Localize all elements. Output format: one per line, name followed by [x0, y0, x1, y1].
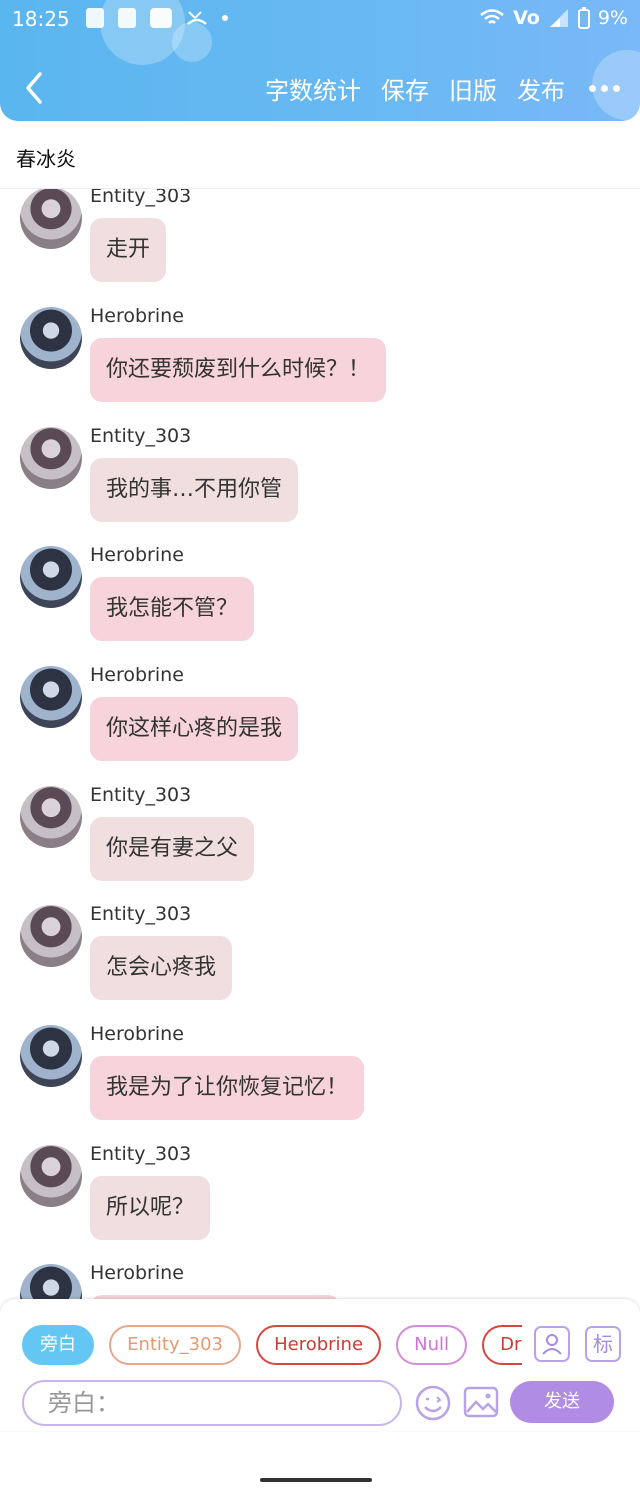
- missed-call-icon: [187, 11, 207, 25]
- chat-message[interactable]: Entity_303 我的事…不用你管: [0, 425, 640, 547]
- battery-level: 9%: [597, 7, 628, 29]
- more-dots-icon[interactable]: [589, 84, 620, 92]
- chat-message[interactable]: Herobrine 你这样心疼的是我: [0, 664, 640, 786]
- message-bubble[interactable]: 怎会心疼我: [90, 936, 233, 1000]
- chat-message[interactable]: Entity_303 所以呢？: [0, 1143, 640, 1265]
- message-input[interactable]: 旁白：: [22, 1380, 402, 1426]
- role-selector: 旁白 Entity_303 Herobrine Null Drea: [22, 1325, 522, 1367]
- chat-message[interactable]: Entity_303 走开: [0, 189, 640, 307]
- chat-message[interactable]: Entity_303 你是有妻之父: [0, 784, 640, 906]
- save-button[interactable]: 保存: [381, 71, 429, 106]
- send-button[interactable]: 发送: [510, 1381, 614, 1423]
- home-indicator[interactable]: [260, 1478, 372, 1482]
- tag-icon: 标: [593, 1332, 613, 1356]
- role-chip-herobrine[interactable]: Herobrine: [256, 1325, 382, 1365]
- sender-name: Herobrine: [90, 1262, 184, 1284]
- status-bar: 18:25 Vo 9%: [0, 0, 640, 40]
- chat-message[interactable]: Herobrine 我是为了让你恢复记忆！: [0, 1023, 640, 1145]
- app-header: 18:25 Vo 9% 字数统计 保存 旧版 发布: [0, 0, 640, 121]
- chat-message[interactable]: Herobrine 我怎能不管？: [0, 544, 640, 666]
- signal-icon: [549, 9, 568, 27]
- avatar[interactable]: [20, 1264, 82, 1299]
- wifi-icon: [480, 9, 504, 24]
- publish-button[interactable]: 发布: [517, 71, 565, 106]
- sender-name: Entity_303: [90, 425, 192, 447]
- more-notifications-icon: [222, 15, 228, 21]
- sender-name: Entity_303: [90, 189, 192, 207]
- system-icons: Vo 9%: [479, 7, 628, 29]
- status-time: 18:25: [12, 7, 70, 31]
- back-button[interactable]: [20, 68, 52, 108]
- role-chip-aside[interactable]: 旁白: [22, 1325, 94, 1365]
- chat-message[interactable]: Herobrine: [0, 1262, 640, 1299]
- chevron-left-icon: [26, 72, 42, 104]
- message-bubble[interactable]: 我的事…不用你管: [90, 458, 299, 522]
- sender-name: Entity_303: [90, 1143, 192, 1165]
- volte-indicator: Vo: [513, 7, 540, 29]
- message-bubble[interactable]: 我怎能不管？: [90, 577, 255, 641]
- notification-icons: [86, 8, 228, 28]
- avatar[interactable]: [20, 546, 82, 608]
- alert-notification-icon: [86, 8, 104, 28]
- image-icon[interactable]: [463, 1384, 499, 1420]
- message-bubble[interactable]: 走开: [90, 218, 167, 282]
- message-bubble[interactable]: 我是为了让你恢复记忆！: [90, 1056, 365, 1120]
- message-bubble[interactable]: 你是有妻之父: [90, 817, 255, 881]
- old-version-button[interactable]: 旧版: [449, 71, 497, 106]
- title-row: 春冰炎: [0, 121, 640, 189]
- page-title[interactable]: 春冰炎: [16, 143, 76, 172]
- sender-name: Herobrine: [90, 664, 184, 686]
- sender-name: Entity_303: [90, 903, 192, 925]
- header-actions: 字数统计 保存 旧版 发布: [265, 68, 620, 108]
- message-bubble[interactable]: 所以呢？: [90, 1176, 211, 1240]
- emoji-icon[interactable]: [414, 1384, 452, 1422]
- avatar[interactable]: [20, 427, 82, 489]
- character-manage-button[interactable]: [534, 1326, 570, 1362]
- role-chip-dream[interactable]: Drea: [482, 1325, 522, 1365]
- avatar[interactable]: [20, 905, 82, 967]
- avatar[interactable]: [20, 189, 82, 249]
- avatar[interactable]: [20, 1025, 82, 1087]
- battery-icon: [577, 7, 590, 29]
- chat-message[interactable]: Entity_303 怎会心疼我: [0, 903, 640, 1025]
- image-notification-icon: [118, 8, 136, 28]
- sender-name: Herobrine: [90, 305, 184, 327]
- character-icon: [542, 1334, 562, 1355]
- chat-list[interactable]: Entity_303 走开 Herobrine 你还要颓废到什么时候？！ Ent…: [0, 189, 640, 1299]
- sender-name: Herobrine: [90, 544, 184, 566]
- composer-panel: 旁白 Entity_303 Herobrine Null Drea 标 旁白： …: [0, 1299, 640, 1431]
- input-placeholder: 旁白：: [48, 1389, 120, 1417]
- avatar[interactable]: [20, 307, 82, 369]
- app-notification-icon: [150, 8, 172, 28]
- avatar[interactable]: [20, 666, 82, 728]
- avatar[interactable]: [20, 1145, 82, 1207]
- chat-message[interactable]: Herobrine 你还要颓废到什么时候？！: [0, 305, 640, 427]
- avatar[interactable]: [20, 786, 82, 848]
- message-bubble[interactable]: 你还要颓废到什么时候？！: [90, 338, 387, 402]
- tag-button[interactable]: 标: [585, 1326, 621, 1362]
- role-chip-entity[interactable]: Entity_303: [109, 1325, 241, 1365]
- sender-name: Entity_303: [90, 784, 192, 806]
- sender-name: Herobrine: [90, 1023, 184, 1045]
- word-count-button[interactable]: 字数统计: [265, 71, 361, 106]
- message-bubble[interactable]: 你这样心疼的是我: [90, 697, 299, 761]
- role-chip-null[interactable]: Null: [396, 1325, 467, 1365]
